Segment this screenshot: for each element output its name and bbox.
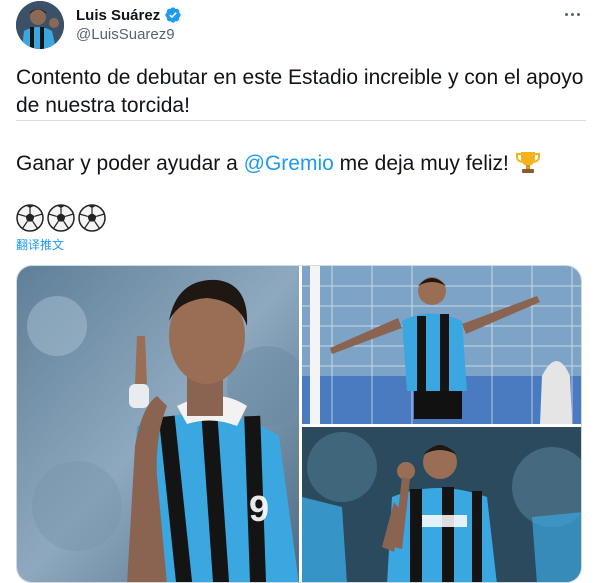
soccer-ball-icon (78, 204, 106, 232)
svg-text:9: 9 (249, 488, 269, 529)
author-name[interactable]: Luis Suárez (76, 7, 160, 24)
trophy-icon (515, 149, 541, 175)
soccer-ball-icon (47, 204, 75, 232)
photo-fist-pump[interactable] (302, 427, 581, 582)
translate-tweet-link[interactable]: 翻译推文 (16, 236, 64, 253)
photo-celebration-kiss[interactable]: 9 (17, 266, 299, 582)
author-handle[interactable]: @LuisSuarez9 (76, 26, 175, 43)
author-avatar[interactable] (16, 1, 64, 49)
estonia-flag-icon (196, 97, 222, 113)
tweet-line-2-text-start: Ganar y poder ayudar a (16, 152, 244, 175)
author-name-row: Luis Suárez (76, 6, 182, 24)
tweet-line-2: Ganar y poder ayudar a @Gremio me deja m… (16, 149, 586, 178)
soccer-ball-icon (16, 204, 44, 232)
photo-arms-wide[interactable] (302, 266, 581, 424)
tweet-card: Luis Suárez @LuisSuarez9 Contento de deb… (0, 0, 595, 583)
tweet-line-1-text: Contento de debutar en este Estadio incr… (16, 66, 584, 117)
tweet-line-1: Contento de debutar en este Estadio incr… (16, 64, 586, 120)
tweet-text: Contento de debutar en este Estadio incr… (16, 64, 586, 178)
soccer-balls (16, 204, 106, 232)
tweet-line-2-text-end: me deja muy feliz! (333, 152, 509, 175)
media-grid: 9 (16, 265, 582, 583)
more-options-icon[interactable] (560, 4, 584, 24)
mention-link[interactable]: @Gremio (244, 152, 334, 175)
verified-badge-icon (164, 6, 182, 24)
